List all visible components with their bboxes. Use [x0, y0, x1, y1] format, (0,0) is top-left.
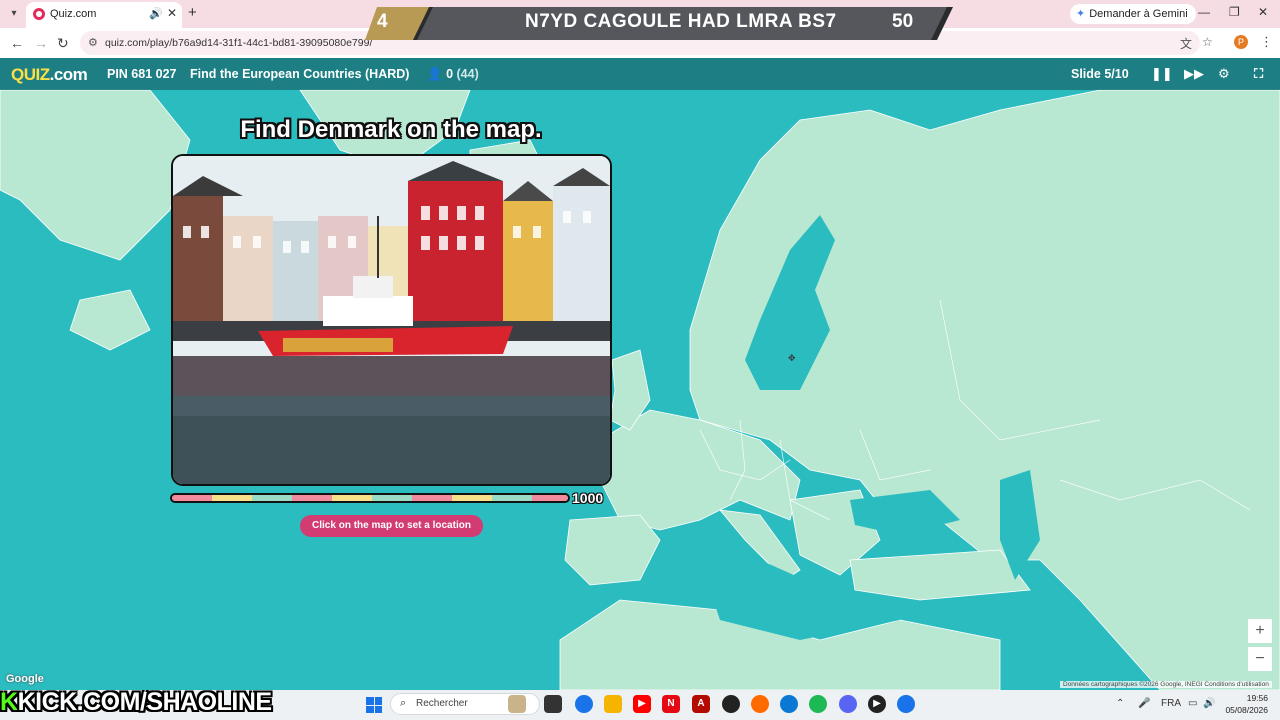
network-icon[interactable]: ▭ — [1188, 698, 1197, 709]
timer-points: 1000 — [572, 490, 604, 506]
search-icon: ⌕ — [400, 697, 407, 709]
translate-icon[interactable]: 文 — [1180, 35, 1192, 52]
skip-forward-icon[interactable]: ▶▶ — [1184, 66, 1204, 82]
fullscreen-icon[interactable]: ⛶ — [1254, 66, 1263, 82]
timer-bar-fill — [172, 495, 568, 501]
task-view-icon[interactable] — [544, 695, 562, 713]
clock-date: 05/08/2026 — [1225, 705, 1268, 715]
new-tab-plus-icon[interactable]: + — [188, 5, 197, 21]
banner-title: N7YD CAGOULE HAD LMRA BS7 — [525, 11, 837, 32]
banner-score: 50 — [892, 11, 914, 32]
kick-k-glyph: K — [0, 688, 18, 716]
pause-icon[interactable]: ❚❚ — [1151, 66, 1173, 82]
zoom-in-button[interactable]: + — [1248, 619, 1272, 643]
stream-banner: 4 N7YD CAGOULE HAD LMRA BS7 50 — [365, 7, 947, 40]
minimize-icon[interactable]: — — [1198, 5, 1210, 19]
forward-arrow-icon[interactable]: → — [34, 35, 48, 51]
file-explorer-icon[interactable] — [604, 695, 622, 713]
gemini-button-label: Demander à Gemini — [1089, 8, 1188, 20]
site-info-icon[interactable]: ⚙ — [88, 36, 98, 49]
language-indicator[interactable]: FRA — [1161, 698, 1181, 709]
quiz-logo[interactable]: QUIZ.com — [11, 65, 88, 85]
quiz-logo-text: QUIZ — [11, 65, 50, 84]
tray-chevron-icon[interactable]: ⌃ — [1116, 698, 1124, 709]
stream-tag: KKICK.COM/SHAOLINE — [0, 688, 272, 717]
quiz-favicon-icon — [33, 8, 45, 20]
total-players: (44) — [456, 67, 479, 81]
taskbar-clock[interactable]: 19:56 05/08/2026 — [1218, 692, 1268, 716]
volume-icon[interactable]: 🔊 — [1203, 698, 1215, 709]
reload-icon[interactable]: ↻ — [57, 35, 69, 51]
map-cursor-icon: ✥ — [788, 353, 796, 363]
gemini-button[interactable]: ✦ Demander à Gemini — [1070, 4, 1196, 24]
widget-icon[interactable] — [508, 695, 526, 713]
question-image — [171, 154, 612, 486]
kebab-menu-icon[interactable]: ⋮ — [1260, 34, 1273, 50]
tab-search-chevron-icon[interactable]: ▾ — [6, 6, 22, 22]
search-placeholder: Rechercher — [416, 698, 468, 709]
back-arrow-icon[interactable]: ← — [10, 35, 24, 51]
speaker-icon[interactable]: 🔊 — [149, 7, 163, 20]
banner-rank: 4 — [377, 11, 388, 32]
stream-tag-text: KICK.COM/SHAOLINE — [17, 688, 273, 716]
clock-time: 19:56 — [1246, 693, 1268, 703]
profile-avatar[interactable]: P — [1234, 35, 1248, 49]
bookmark-star-icon[interactable]: ☆ — [1202, 35, 1213, 49]
quiz-header-bar: QUIZ.com PIN 681 027 Find the European C… — [0, 58, 1280, 90]
edge-icon[interactable] — [780, 695, 798, 713]
quiz-logo-suffix: .com — [49, 65, 88, 84]
slide-counter: Slide 5/10 — [1071, 67, 1129, 81]
firefox-icon[interactable] — [751, 695, 769, 713]
netflix-icon[interactable]: N — [662, 695, 680, 713]
chrome-icon[interactable] — [575, 695, 593, 713]
set-location-button[interactable]: Click on the map to set a location — [300, 515, 483, 537]
youtube-icon[interactable]: ▶ — [633, 695, 651, 713]
acrobat-icon[interactable]: A — [692, 695, 710, 713]
microphone-icon[interactable]: 🎤 — [1138, 698, 1150, 709]
map-attribution[interactable]: Données cartographiques ©2026 Google, IN… — [1060, 681, 1272, 688]
discord-icon[interactable] — [839, 695, 857, 713]
tab-close-icon[interactable]: ✕ — [167, 6, 177, 20]
spotify-icon[interactable] — [809, 695, 827, 713]
tab-title: Quiz.com — [50, 8, 97, 20]
windows-start-icon[interactable] — [366, 697, 382, 713]
zoom-out-button[interactable]: − — [1248, 647, 1272, 671]
settings-gear-icon[interactable]: ⚙ — [1218, 66, 1230, 82]
url-text: quiz.com/play/b76a9d14-31f1-44c1-bd81-39… — [105, 37, 373, 49]
quiz-title: Find the European Countries (HARD) — [190, 67, 410, 81]
obs-icon[interactable] — [722, 695, 740, 713]
game-pin: PIN 681 027 — [107, 67, 177, 81]
window-close-icon[interactable]: ✕ — [1258, 5, 1268, 19]
question-text: Find Denmark on the map. — [240, 116, 542, 143]
media-player-icon[interactable]: ▶ — [868, 695, 886, 713]
gemini-sparkle-icon: ✦ — [1076, 8, 1086, 20]
browser-tab[interactable]: Quiz.com 🔊 ✕ — [26, 2, 182, 28]
person-icon: 👤 — [427, 67, 443, 81]
timer-bar — [170, 493, 570, 503]
restore-icon[interactable]: ❐ — [1229, 5, 1240, 19]
answered-count: 0 — [446, 67, 454, 81]
chrome-profile-icon[interactable] — [897, 695, 915, 713]
google-logo: Google — [6, 673, 44, 685]
nyhavn-illustration — [173, 156, 610, 484]
player-count: 👤 0 (44) — [427, 67, 479, 82]
